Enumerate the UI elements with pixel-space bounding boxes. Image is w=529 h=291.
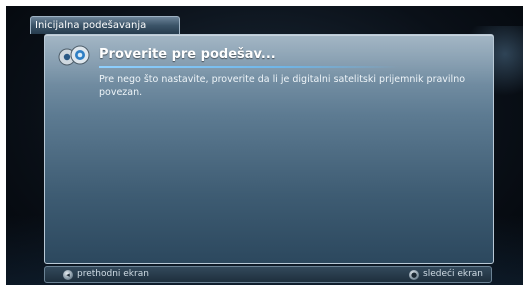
title-underline (99, 66, 399, 68)
breadcrumb: Inicijalna podešavanja (30, 16, 180, 34)
next-screen-button[interactable]: ● sledeći ekran (409, 268, 483, 281)
back-key-icon: ◂ (63, 269, 73, 280)
dialog-title: Proverite pre podešav... (99, 47, 276, 62)
prev-screen-label: prethodni ekran (77, 269, 149, 279)
settings-gears-icon (58, 45, 90, 66)
ok-key-icon: ● (409, 269, 420, 280)
footer-bar: ◂ prethodni ekran ● sledeći ekran (44, 266, 492, 283)
dialog-message: Pre nego što nastavite, proverite da li … (99, 74, 466, 98)
dialog-panel: Proverite pre podešav... Pre nego što na… (44, 34, 494, 264)
next-screen-label: sledeći ekran (423, 269, 483, 279)
prev-screen-button[interactable]: ◂ prethodni ekran (63, 268, 149, 281)
